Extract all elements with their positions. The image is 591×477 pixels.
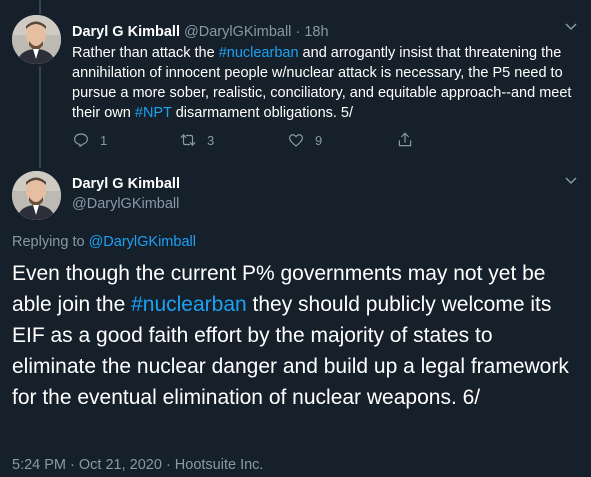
author-handle[interactable]: @DarylGKimball xyxy=(184,24,291,40)
chevron-down-icon[interactable] xyxy=(563,18,579,34)
like-count: 9 xyxy=(315,132,323,148)
share-icon xyxy=(398,132,412,147)
replying-to-link[interactable]: @DarylGKimball xyxy=(89,234,196,250)
text-segment: Rather than attack the xyxy=(72,45,219,61)
hashtag-link[interactable]: #NPT xyxy=(135,105,172,121)
hashtag-link[interactable]: #nuclearban xyxy=(219,45,299,61)
text-segment: disarmament obligations. 5/ xyxy=(171,105,354,121)
tweet-text: Even though the current P% governments m… xyxy=(12,258,582,413)
tweet-timestamp[interactable]: 5:24 PM · Oct 21, 2020 · Hootsuite Inc. xyxy=(12,457,263,473)
replying-to: Replying to @DarylGKimball xyxy=(12,234,196,250)
thread-line xyxy=(39,0,41,14)
retweet-icon xyxy=(180,134,196,146)
chevron-down-icon[interactable] xyxy=(563,172,579,188)
share-button[interactable] xyxy=(396,131,424,149)
avatar[interactable] xyxy=(12,171,61,220)
tweet-5[interactable]: Daryl G Kimball @DarylGKimball · 18h Rat… xyxy=(0,0,591,168)
reply-icon xyxy=(74,133,88,147)
reply-count: 1 xyxy=(100,132,108,148)
tweet-header: Daryl G Kimball @DarylGKimball · 18h xyxy=(72,24,329,40)
like-button[interactable]: 9 xyxy=(287,131,322,149)
tweet-text: Rather than attack the #nuclearban and a… xyxy=(72,43,582,123)
thread-line xyxy=(39,66,41,168)
like-icon xyxy=(289,134,303,147)
hashtag-link[interactable]: #nuclearban xyxy=(131,293,247,316)
tweet-time[interactable]: 18h xyxy=(304,24,328,40)
separator: · xyxy=(295,24,301,40)
tweet-actions: 1 3 9 xyxy=(72,131,512,153)
author-handle[interactable]: @DarylGKimball xyxy=(72,196,179,212)
author-name[interactable]: Daryl G Kimball xyxy=(72,24,180,40)
reply-button[interactable]: 1 xyxy=(72,131,107,149)
avatar[interactable] xyxy=(12,15,61,64)
replying-to-label: Replying to xyxy=(12,234,89,250)
retweet-count: 3 xyxy=(207,132,215,148)
author-name[interactable]: Daryl G Kimball xyxy=(72,176,180,192)
retweet-button[interactable]: 3 xyxy=(179,131,214,149)
